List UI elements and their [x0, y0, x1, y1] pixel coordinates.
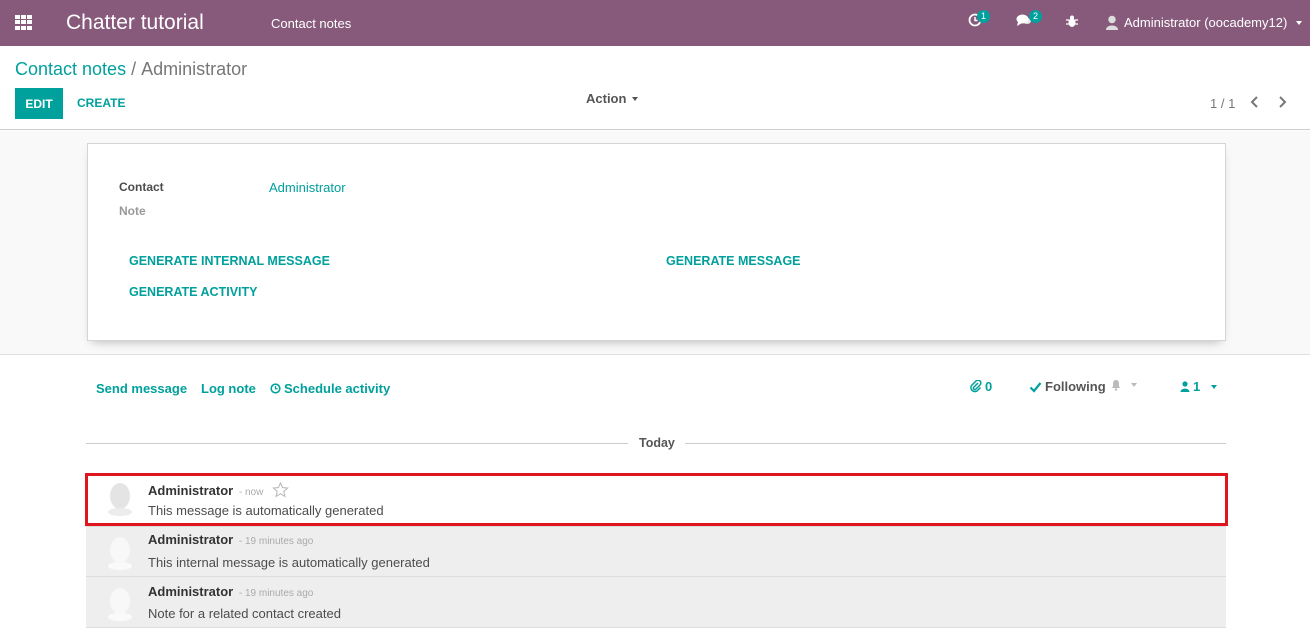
message-author-line: Administrator - 19 minutes ago [148, 532, 313, 547]
message-date: - 19 minutes ago [238, 536, 314, 547]
caret-down-icon [1211, 384, 1218, 389]
following-toggle[interactable]: Following [1029, 379, 1106, 394]
message-author[interactable]: Administrator [148, 483, 233, 498]
subscription-dropdown[interactable] [1110, 379, 1137, 391]
message-date: - 19 minutes ago [238, 588, 314, 599]
schedule-activity-button[interactable]: Schedule activity [270, 381, 390, 396]
breadcrumb-parent[interactable]: Contact notes [15, 59, 126, 79]
activity-menu[interactable]: 1 [968, 10, 991, 30]
breadcrumb-separator: / [131, 59, 137, 79]
check-icon [1029, 381, 1042, 393]
send-message-button[interactable]: Send message [96, 381, 187, 396]
form-sheet [87, 143, 1226, 341]
control-panel: Contact notes / Administrator EDIT CREATE … [0, 46, 1310, 130]
author-avatar[interactable] [107, 482, 133, 516]
message-body: This internal message is automatically g… [148, 555, 430, 570]
log-note-button[interactable]: Log note [201, 381, 256, 396]
user-menu[interactable]: Administrator (oocademy12) [1105, 15, 1303, 30]
attachments-button[interactable]: 0 [970, 379, 992, 394]
note-label: Note [119, 204, 146, 218]
bug-icon [1066, 15, 1078, 27]
apps-menu-icon[interactable] [15, 15, 32, 30]
generate-internal-message-button[interactable]: GENERATE INTERNAL MESSAGE [129, 254, 330, 268]
clock-icon [270, 383, 281, 394]
user-name: Administrator (oocademy12) [1124, 15, 1288, 30]
breadcrumb-current: Administrator [141, 59, 248, 79]
top-navbar: Chatter tutorial Contact notes 1 2 Admin… [0, 0, 1310, 46]
message-date: - now [238, 487, 264, 498]
attachments-count: 0 [985, 379, 993, 394]
message-item: Administrator - 19 minutes ago This inte… [86, 526, 1226, 576]
messages-count-badge: 2 [1029, 10, 1043, 23]
action-label: Action [586, 91, 627, 106]
pager-value[interactable]: 1 / 1 [1210, 96, 1235, 111]
user-avatar-icon [1106, 15, 1118, 30]
message-body: This message is automatically generated [148, 503, 384, 518]
app-brand[interactable]: Chatter tutorial [66, 11, 204, 35]
bell-icon [1111, 380, 1121, 391]
author-avatar[interactable] [107, 536, 133, 570]
caret-down-icon [1131, 383, 1137, 387]
following-label: Following [1045, 379, 1106, 394]
message-author-line: Administrator - 19 minutes ago [148, 584, 313, 599]
message-author[interactable]: Administrator [148, 532, 233, 547]
contact-label: Contact [119, 180, 164, 194]
message-item: Administrator - now This message is auto… [86, 475, 1226, 525]
action-dropdown[interactable]: Action [586, 91, 639, 106]
activity-count-badge: 1 [977, 10, 991, 23]
generate-message-button[interactable]: GENERATE MESSAGE [666, 254, 801, 268]
followers-count: 1 [1193, 379, 1201, 394]
user-icon [1180, 381, 1190, 392]
date-divider-line [86, 443, 628, 444]
messaging-menu[interactable]: 2 [1016, 10, 1043, 30]
followers-dropdown[interactable]: 1 [1180, 379, 1218, 394]
message-body: Note for a related contact created [148, 606, 341, 621]
message-author[interactable]: Administrator [148, 584, 233, 599]
caret-down-icon [1296, 20, 1303, 25]
message-item: Administrator - 19 minutes ago Note for … [86, 576, 1226, 628]
schedule-activity-label: Schedule activity [284, 381, 391, 396]
message-author-line: Administrator - now [148, 481, 289, 498]
breadcrumb: Contact notes / Administrator [15, 59, 247, 80]
pager-next-icon[interactable] [1275, 94, 1289, 110]
paperclip-icon [970, 380, 982, 393]
star-icon[interactable] [272, 481, 289, 498]
contact-value-link[interactable]: Administrator [269, 180, 346, 195]
create-button[interactable]: CREATE [77, 96, 125, 110]
date-divider-line [685, 443, 1226, 444]
pager-previous-icon[interactable] [1248, 94, 1262, 110]
caret-down-icon [632, 96, 639, 101]
debug-menu[interactable] [1066, 15, 1078, 31]
author-avatar[interactable] [107, 587, 133, 621]
date-separator: Today [639, 436, 675, 450]
menu-contact-notes[interactable]: Contact notes [271, 16, 351, 31]
edit-button[interactable]: EDIT [15, 88, 63, 119]
generate-activity-button[interactable]: GENERATE ACTIVITY [129, 285, 257, 299]
